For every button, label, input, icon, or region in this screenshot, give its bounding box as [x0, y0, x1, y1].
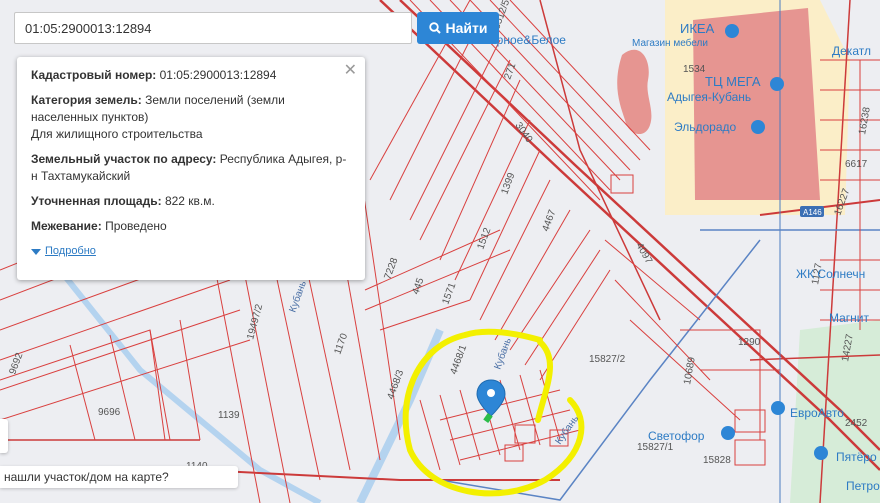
area-row: Уточненная площадь: 822 кв.м. [31, 193, 351, 210]
parcel-label: 6617 [845, 159, 868, 170]
poi-evroavto[interactable]: ЕвроАвто [790, 406, 844, 420]
cadastral-number-label: Кадастровый номер: [31, 68, 157, 82]
cadastral-number-value: 01:05:2900013:12894 [159, 68, 277, 82]
parcel-label: 15828 [703, 455, 731, 466]
parcel-label: 15827/1 [637, 442, 674, 453]
address-row: Земельный участок по адресу: Республика … [31, 151, 351, 185]
shop-icon [770, 77, 784, 91]
poi-petrov[interactable]: Петров [846, 479, 880, 493]
survey-value: Проведено [105, 219, 167, 233]
area-value: 822 кв.м. [164, 194, 215, 208]
poi-decathlon[interactable]: Декатл [832, 44, 871, 58]
parcel-label: 9696 [98, 407, 121, 418]
poi-svetofor[interactable]: Светофор [648, 429, 705, 443]
search-icon [428, 22, 441, 34]
side-panel-toggle[interactable] [0, 419, 8, 453]
cadastral-number-row: Кадастровый номер: 01:05:2900013:12894 [31, 67, 351, 84]
details-link[interactable]: Подробно [31, 243, 351, 260]
bottom-prompt-text: нашли участок/дом на карте? [4, 470, 169, 484]
poi-ikea-subtitle: Магазин мебели [632, 37, 708, 49]
land-use-value: Для жилищного строительства [31, 127, 203, 141]
address-label: Земельный участок по адресу: [31, 152, 217, 166]
poi-eldorado[interactable]: Эльдорадо [674, 120, 737, 134]
parcel-label: 1534 [683, 64, 706, 75]
search-input[interactable] [15, 13, 411, 43]
poi-mega[interactable]: ТЦ МЕГА [705, 74, 761, 89]
area-label: Уточненная площадь: [31, 194, 162, 208]
parcel-label: 15827/2 [589, 354, 626, 365]
caret-down-icon [31, 248, 41, 255]
survey-label: Межевание: [31, 219, 102, 233]
shop-icon [814, 446, 828, 460]
search-button-label: Найти [445, 20, 488, 36]
poi-pyaterochka[interactable]: Пятёро [836, 450, 877, 464]
shop-icon [721, 426, 735, 440]
land-category-row: Категория земель: Земли поселений (земли… [31, 92, 351, 143]
details-link-label: Подробно [45, 245, 96, 257]
search-field-container [14, 12, 412, 44]
poi-ikea[interactable]: ИКЕА [680, 21, 715, 36]
survey-row: Межевание: Проведено [31, 218, 351, 235]
poi-zhk[interactable]: ЖК Солнечн [796, 267, 865, 281]
parcel-label: 1290 [738, 337, 761, 348]
parcel-label: 1139 [218, 410, 240, 421]
poi-magnit[interactable]: Магнит [829, 311, 870, 325]
land-category-label: Категория земель: [31, 93, 142, 107]
search-button[interactable]: Найти [417, 12, 499, 44]
mall-building [693, 8, 820, 200]
highway-badge-label: A146 [803, 208, 822, 217]
shop-icon [751, 120, 765, 134]
parcel-label: 2452 [845, 418, 868, 429]
poi-mega-subtitle: Адыгея-Кубань [667, 90, 751, 104]
bottom-prompt[interactable]: нашли участок/дом на карте? [0, 466, 238, 488]
shop-icon [725, 24, 739, 38]
car-icon [771, 401, 785, 415]
close-icon[interactable]: ✕ [344, 63, 357, 79]
parcel-info-popup: ✕ Кадастровый номер: 01:05:2900013:12894… [17, 57, 365, 280]
